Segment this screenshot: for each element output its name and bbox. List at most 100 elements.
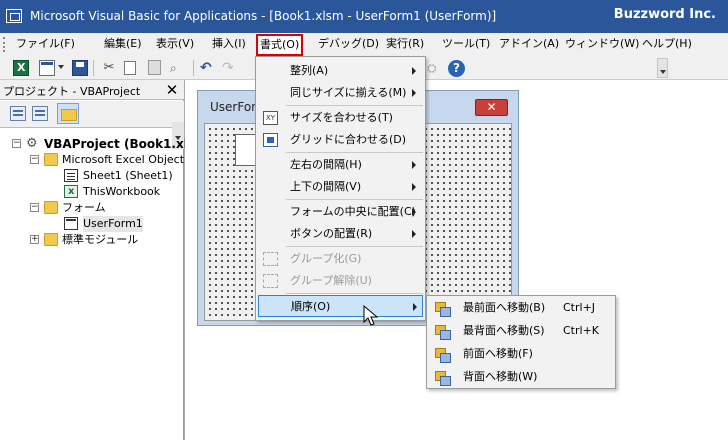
tree-item-excel-objects[interactable]: − Microsoft Excel Object [0, 152, 184, 168]
menu-item-label: 最背面へ移動(S) [463, 324, 545, 337]
toggle-folders-icon[interactable] [57, 103, 79, 124]
menu-item-send-to-back[interactable]: 最背面へ移動(S) Ctrl+K [429, 320, 615, 342]
menu-item-center-in-form[interactable]: フォームの中央に配置(C) [258, 201, 423, 223]
menu-item-send-backward[interactable]: 背面へ移動(W) [429, 366, 615, 388]
send-to-back-icon [435, 325, 451, 340]
menu-edit[interactable]: 編集(E) [104, 36, 142, 54]
tree-item-label: Microsoft Excel Object [62, 153, 185, 166]
size-to-fit-icon: XY [263, 111, 278, 125]
project-explorer-title: プロジェクト - VBAProject [3, 85, 141, 98]
menu-run[interactable]: 実行(R) [386, 36, 424, 54]
group-icon [263, 252, 278, 266]
help-icon[interactable]: ? [448, 60, 465, 77]
submenu-arrow-icon [412, 183, 416, 191]
menu-item-label: 順序(O) [291, 300, 331, 313]
menu-item-align[interactable]: 整列(A) [258, 60, 423, 82]
vba-app-icon[interactable] [6, 9, 22, 23]
folder-icon [44, 233, 58, 246]
toolbar-overflow-button[interactable] [657, 58, 668, 78]
menu-item-label: 整列(A) [290, 64, 329, 77]
submenu-arrow-icon [412, 208, 416, 216]
menu-item-label: 最前面へ移動(B) [463, 301, 546, 314]
menu-separator [286, 293, 423, 294]
menu-item-label: 背面へ移動(W) [463, 370, 538, 383]
menu-item-size-to-fit[interactable]: XY サイズを合わせる(T) [258, 107, 423, 129]
bring-to-front-icon [435, 302, 451, 317]
folder-icon [44, 201, 58, 214]
tree-item-modules[interactable]: + 標準モジュール [0, 232, 184, 248]
insert-dropdown-icon[interactable] [58, 65, 64, 69]
tree-item-forms[interactable]: − フォーム [0, 200, 184, 216]
tree-item-label: Sheet1 (Sheet1) [83, 169, 173, 182]
menu-item-label: 上下の間隔(V) [290, 180, 362, 193]
view-code-icon[interactable] [10, 106, 26, 121]
tree-item-label: VBAProject (Book1.xls [44, 137, 195, 151]
find-icon[interactable]: ⌕ [170, 60, 186, 76]
collapse-icon[interactable]: − [12, 139, 21, 148]
tree-item-label: ThisWorkbook [83, 185, 161, 198]
expand-icon[interactable]: + [30, 235, 39, 244]
menu-insert[interactable]: 挿入(I) [212, 36, 246, 54]
view-object-icon[interactable] [32, 106, 48, 121]
menu-item-order[interactable]: 順序(O) [258, 295, 423, 317]
tree-item-thisworkbook[interactable]: ThisWorkbook [0, 184, 184, 200]
redo-icon[interactable]: ↷ [222, 60, 238, 76]
menu-item-make-same-size[interactable]: 同じサイズに揃える(M) [258, 82, 423, 104]
tree-item-sheet1[interactable]: Sheet1 (Sheet1) [0, 168, 184, 184]
tree-item-userform1[interactable]: UserForm1 [0, 216, 184, 232]
menu-item-size-to-grid[interactable]: グリッドに合わせる(D) [258, 129, 423, 151]
excel-icon[interactable] [13, 60, 29, 76]
menu-view[interactable]: 表示(V) [156, 36, 194, 54]
submenu-arrow-icon [412, 67, 416, 75]
toolbox-icon[interactable]: ⛭ [427, 60, 443, 76]
vba-project-icon: ⚙ [26, 136, 38, 151]
project-explorer-toolbar [0, 101, 184, 149]
menu-item-bring-to-front[interactable]: 最前面へ移動(B) Ctrl+J [429, 297, 615, 319]
undo-icon[interactable]: ↶ [200, 60, 216, 76]
menubar-grip[interactable] [3, 37, 6, 52]
menu-window[interactable]: ウィンドウ(W) [565, 36, 639, 54]
insert-userform-icon[interactable] [39, 60, 55, 76]
menu-item-label: 前面へ移動(F) [463, 347, 533, 360]
tree-item-label: 標準モジュール [62, 233, 139, 246]
window-title: Microsoft Visual Basic for Applications … [30, 9, 497, 23]
paste-icon[interactable] [148, 60, 161, 75]
toolbar-separator [193, 60, 194, 76]
menu-item-label: ボタンの配置(R) [290, 227, 373, 240]
menu-addins[interactable]: アドイン(A) [499, 36, 559, 54]
menu-item-horizontal-spacing[interactable]: 左右の間隔(H) [258, 154, 423, 176]
collapse-icon[interactable]: − [30, 155, 39, 164]
project-explorer-header: プロジェクト - VBAProject ✕ [0, 80, 184, 100]
menu-item-vertical-spacing[interactable]: 上下の間隔(V) [258, 176, 423, 198]
collapse-icon[interactable]: − [30, 203, 39, 212]
project-explorer: プロジェクト - VBAProject ✕ − ⚙ VBAProject (Bo… [0, 80, 195, 440]
menu-item-arrange-buttons[interactable]: ボタンの配置(R) [258, 223, 423, 245]
save-icon[interactable] [72, 60, 88, 76]
menu-format[interactable]: 書式(O) [256, 34, 304, 56]
close-icon[interactable]: ✕ [475, 99, 508, 116]
menu-help[interactable]: ヘルプ(H) [642, 36, 692, 54]
size-to-grid-icon [263, 133, 278, 147]
menu-file[interactable]: ファイル(F) [16, 36, 75, 54]
sheet-icon [64, 169, 78, 182]
submenu-arrow-icon [413, 303, 417, 311]
menu-tools[interactable]: ツール(T) [442, 36, 490, 54]
workbook-icon [64, 184, 78, 200]
menu-item-group: グループ化(G) [258, 248, 423, 270]
menu-item-label: サイズを合わせる(T) [290, 111, 393, 124]
menu-separator [286, 246, 423, 247]
cut-icon[interactable]: ✂ [101, 60, 117, 76]
menu-debug[interactable]: デバッグ(D) [318, 36, 379, 54]
bring-forward-icon [435, 348, 451, 363]
menu-item-label: 左右の間隔(H) [290, 158, 362, 171]
copy-icon[interactable] [124, 61, 136, 75]
ungroup-icon [263, 274, 278, 288]
tree-item-label: フォーム [62, 201, 106, 214]
close-icon[interactable]: ✕ [163, 82, 181, 99]
userform-icon [64, 217, 78, 230]
menu-item-label: フォームの中央に配置(C) [290, 205, 416, 218]
order-submenu: 最前面へ移動(B) Ctrl+J 最背面へ移動(S) Ctrl+K 前面へ移動(… [426, 295, 616, 389]
menu-item-bring-forward[interactable]: 前面へ移動(F) [429, 343, 615, 365]
send-backward-icon [435, 371, 451, 386]
tree-item-vbaproject[interactable]: − ⚙ VBAProject (Book1.xls [0, 136, 195, 152]
